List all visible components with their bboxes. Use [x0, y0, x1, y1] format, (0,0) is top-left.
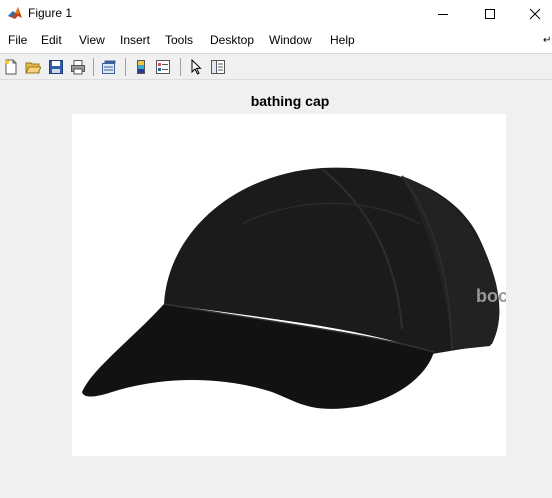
matlab-logo-icon: [8, 7, 22, 19]
window-title: Figure 1: [28, 6, 73, 20]
minimize-button[interactable]: [420, 0, 466, 27]
new-figure-icon: [5, 59, 17, 75]
figure-toolbar: [0, 54, 552, 80]
insert-legend-icon: [156, 60, 170, 74]
toolbar-separator: [180, 58, 181, 76]
save-button[interactable]: [46, 57, 66, 77]
menu-help[interactable]: Help: [330, 33, 355, 48]
baseball-cap-image: boco: [72, 114, 519, 456]
image-display: boco: [72, 114, 519, 456]
menu-edit[interactable]: Edit: [41, 33, 62, 48]
axes-title: bathing cap: [250, 93, 330, 109]
open-file-button[interactable]: [23, 57, 43, 77]
menu-view[interactable]: View: [79, 33, 105, 48]
print-button[interactable]: [68, 57, 88, 77]
menu-desktop[interactable]: Desktop: [210, 33, 254, 48]
edit-plot-button[interactable]: [186, 57, 206, 77]
link-plot-button[interactable]: [99, 57, 119, 77]
menu-file[interactable]: File: [8, 33, 27, 48]
insert-colorbar-button[interactable]: [131, 57, 151, 77]
property-inspector-icon: [211, 60, 225, 74]
cap-logo: boco: [476, 286, 506, 306]
minimize-icon: [438, 13, 448, 15]
edit-plot-cursor-icon: [191, 59, 202, 75]
toolbar-separator: [93, 58, 94, 76]
property-inspector-button[interactable]: [208, 57, 228, 77]
close-icon: [529, 8, 541, 19]
print-icon: [71, 60, 85, 75]
menu-overflow-icon[interactable]: ↵: [543, 35, 551, 46]
link-plot-icon: [102, 60, 116, 74]
toolbar-separator: [125, 58, 126, 76]
save-icon: [49, 60, 63, 74]
window-titlebar: Figure 1: [0, 0, 552, 27]
new-figure-button[interactable]: [1, 57, 21, 77]
maximize-icon: [485, 8, 495, 19]
insert-legend-button[interactable]: [153, 57, 173, 77]
menu-bar: File Edit View Insert Tools Desktop Wind…: [0, 27, 552, 54]
menu-window[interactable]: Window: [269, 33, 312, 48]
menu-insert[interactable]: Insert: [120, 33, 150, 48]
open-file-icon: [25, 62, 41, 74]
insert-colorbar-icon: [137, 60, 145, 74]
close-button[interactable]: [512, 0, 552, 27]
maximize-button[interactable]: [467, 0, 513, 27]
menu-tools[interactable]: Tools: [165, 33, 193, 48]
